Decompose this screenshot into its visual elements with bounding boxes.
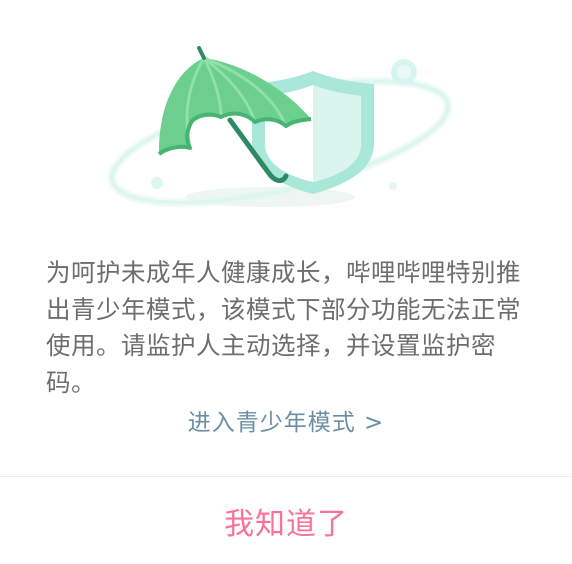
umbrella-shield-icon	[107, 46, 453, 208]
youth-mode-message: 为呵护未成年人健康成长，哔哩哔哩特别推出青少年模式，该模式下部分功能无法正常使用…	[46, 258, 521, 398]
confirm-button[interactable]: 我知道了	[0, 477, 572, 564]
enter-youth-mode-link[interactable]: 进入青少年模式 >	[0, 405, 572, 441]
youth-mode-dialog: 为呵护未成年人健康成长，哔哩哔哩特别推出青少年模式，该模式下部分功能无法正常使用…	[0, 0, 572, 564]
